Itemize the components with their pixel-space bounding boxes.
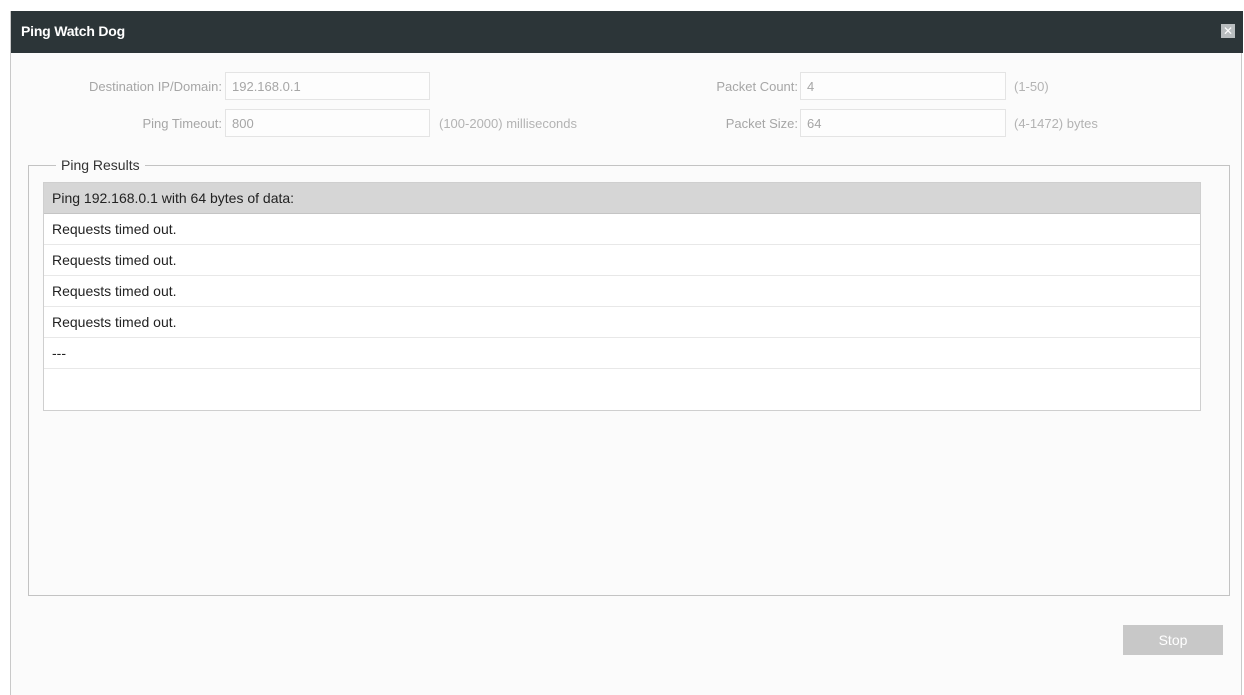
packet-count-hint: (1-50) xyxy=(1014,79,1049,94)
ping-timeout-input[interactable] xyxy=(225,109,430,137)
result-row: Requests timed out. xyxy=(44,276,1200,307)
packet-count-input[interactable] xyxy=(800,72,1006,100)
result-row: Requests timed out. xyxy=(44,245,1200,276)
packet-count-label: Packet Count: xyxy=(716,79,798,94)
result-row: Requests timed out. xyxy=(44,307,1200,338)
close-icon[interactable]: ✕ xyxy=(1221,24,1235,38)
dialog-titlebar: Ping Watch Dog ✕ xyxy=(11,11,1243,53)
result-row: --- xyxy=(44,338,1200,369)
ping-results-list[interactable]: Ping 192.168.0.1 with 64 bytes of data: … xyxy=(43,182,1201,411)
ping-timeout-hint: (100-2000) milliseconds xyxy=(439,116,578,131)
packet-size-label: Packet Size: xyxy=(725,116,798,131)
destination-input[interactable] xyxy=(225,72,430,100)
ping-watchdog-dialog: Ping Watch Dog ✕ Destination IP/Domain: … xyxy=(10,11,1243,695)
destination-label: Destination IP/Domain: xyxy=(89,79,222,94)
results-header-row: Ping 192.168.0.1 with 64 bytes of data: xyxy=(44,183,1200,214)
ping-timeout-label: Ping Timeout: xyxy=(142,116,223,131)
result-row xyxy=(44,369,1200,400)
stop-button[interactable]: Stop xyxy=(1123,625,1223,655)
packet-size-input[interactable] xyxy=(800,109,1006,137)
result-row: Requests timed out. xyxy=(44,214,1200,245)
ping-results-legend: Ping Results xyxy=(56,157,145,173)
dialog-title: Ping Watch Dog xyxy=(21,23,126,39)
packet-size-hint: (4-1472) bytes xyxy=(1014,116,1098,131)
